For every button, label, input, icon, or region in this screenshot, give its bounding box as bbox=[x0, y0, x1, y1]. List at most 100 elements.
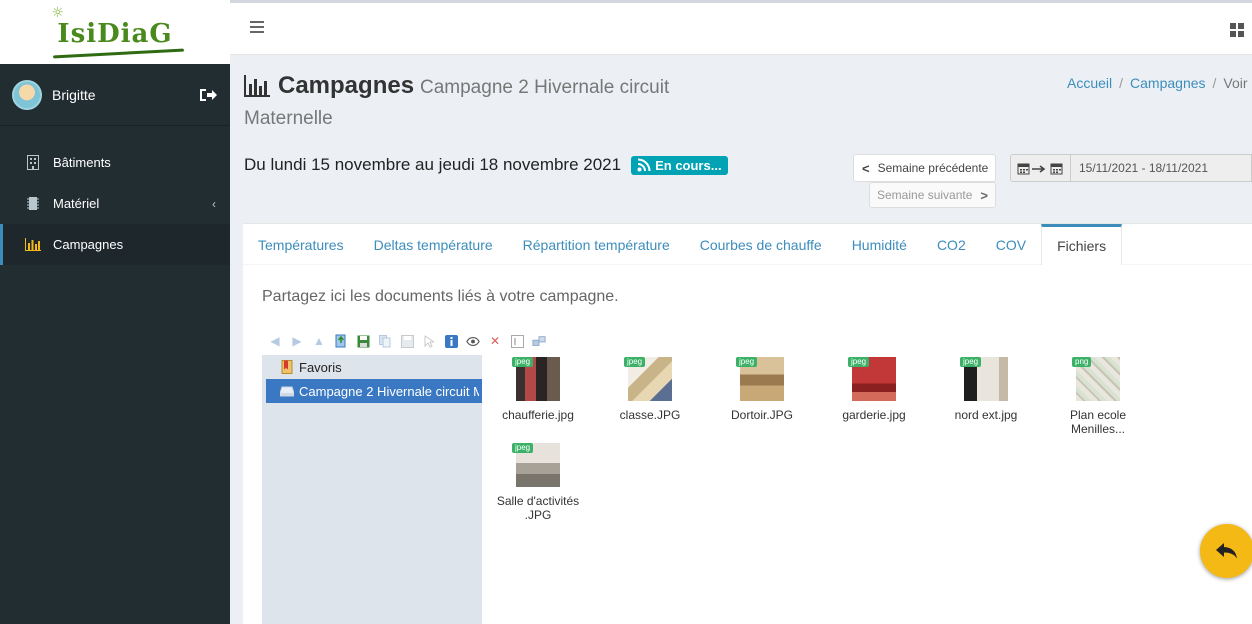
files-intro: Partagez ici les documents liés à votre … bbox=[262, 288, 619, 305]
eye-icon[interactable] bbox=[466, 334, 480, 348]
file-item[interactable]: jpeg Salle d'activités .JPG bbox=[486, 443, 590, 522]
up-arrow-icon[interactable]: ▲ bbox=[312, 334, 326, 348]
breadcrumb-campagnes[interactable]: Campagnes bbox=[1130, 75, 1206, 91]
sidebar: ☼ IsiDiaG Brigitte Bâtiments Matériel ‹ bbox=[0, 0, 230, 624]
tab-repartition-temperature[interactable]: Répartition température bbox=[508, 224, 685, 265]
file-item[interactable]: png Plan ecole Menilles... bbox=[1046, 357, 1150, 436]
file-item[interactable]: jpeg Dortoir.JPG bbox=[710, 357, 814, 422]
bookmark-icon bbox=[280, 360, 294, 374]
file-type-badge: jpeg bbox=[736, 357, 758, 367]
tab-fichiers[interactable]: Fichiers bbox=[1041, 224, 1123, 265]
cursor-icon[interactable] bbox=[422, 334, 436, 348]
file-type-badge: png bbox=[1072, 357, 1092, 367]
date-range-input[interactable]: 15/11/2021 - 18/11/2021 bbox=[1071, 155, 1251, 181]
bar-chart-icon bbox=[25, 237, 41, 253]
file-item[interactable]: jpeg chaufferie.jpg bbox=[486, 357, 590, 422]
file-name: Menilles... bbox=[1070, 422, 1126, 436]
file-name: chaufferie.jpg bbox=[502, 408, 574, 422]
rss-icon bbox=[637, 158, 651, 172]
sidebar-item-materiel[interactable]: Matériel ‹ bbox=[0, 183, 230, 224]
back-fab-button[interactable] bbox=[1200, 524, 1252, 578]
sidebar-item-campagnes[interactable]: Campagnes bbox=[0, 224, 230, 265]
tree-item-favoris[interactable]: Favoris bbox=[262, 355, 482, 379]
next-week-button[interactable]: Semaine suivante > bbox=[869, 182, 996, 208]
period-text: Du lundi 15 novembre au jeudi 18 novembr… bbox=[244, 155, 622, 174]
file-type-badge: jpeg bbox=[624, 357, 646, 367]
paste-icon[interactable] bbox=[400, 334, 414, 348]
rename-icon[interactable] bbox=[510, 334, 524, 348]
page-title: Campagnes bbox=[244, 72, 414, 100]
previous-week-label: Semaine précédente bbox=[877, 161, 989, 175]
save-icon[interactable] bbox=[356, 334, 370, 348]
reply-arrow-icon bbox=[1216, 543, 1237, 559]
file-thumbnail: jpeg bbox=[512, 443, 560, 487]
sidebar-menu: Bâtiments Matériel ‹ Campagnes bbox=[0, 126, 230, 265]
sidebar-item-label: Matériel bbox=[53, 196, 100, 211]
forward-arrow-icon[interactable]: ▶ bbox=[290, 334, 304, 348]
logo-swoosh bbox=[53, 48, 185, 59]
campaign-name-cont: Maternelle bbox=[244, 108, 333, 129]
breadcrumb-home[interactable]: Accueil bbox=[1067, 75, 1112, 91]
page-title-text: Campagnes bbox=[278, 72, 415, 99]
tree-item-label: Campagne 2 Hivernale circuit Maternelle bbox=[299, 383, 479, 399]
network-icon[interactable] bbox=[532, 334, 546, 348]
file-item[interactable]: jpeg classe.JPG bbox=[598, 357, 702, 422]
file-type-badge: jpeg bbox=[512, 357, 534, 367]
status-text: En cours... bbox=[655, 157, 722, 173]
campaign-period: Du lundi 15 novembre au jeudi 18 novembr… bbox=[244, 155, 728, 175]
grid-menu-icon[interactable] bbox=[1230, 23, 1244, 37]
date-range-picker[interactable]: 15/11/2021 - 18/11/2021 bbox=[1010, 154, 1252, 182]
file-thumbnail: jpeg bbox=[624, 357, 672, 401]
file-name: classe.JPG bbox=[619, 408, 681, 422]
folder-tree: Favoris Campagne 2 Hivernale circuit Mat… bbox=[262, 355, 482, 624]
logo-area[interactable]: ☼ IsiDiaG bbox=[0, 0, 230, 64]
back-arrow-icon[interactable]: ◀ bbox=[268, 334, 282, 348]
sidebar-item-batiments[interactable]: Bâtiments bbox=[0, 142, 230, 183]
file-type-badge: jpeg bbox=[512, 443, 534, 453]
delete-icon[interactable]: ✕ bbox=[488, 334, 502, 348]
file-name: Salle d'activités bbox=[496, 494, 580, 508]
campaign-name: Campagne 2 Hivernale circuit bbox=[420, 77, 670, 98]
hamburger-icon[interactable] bbox=[250, 21, 264, 33]
file-name: nord ext.jpg bbox=[954, 408, 1018, 422]
bar-chart-icon bbox=[244, 75, 270, 97]
top-navbar bbox=[230, 3, 1252, 55]
tab-humidite[interactable]: Humidité bbox=[837, 224, 922, 265]
status-badge: En cours... bbox=[631, 155, 728, 175]
tab-cov[interactable]: COV bbox=[981, 224, 1041, 265]
file-item[interactable]: jpeg garderie.jpg bbox=[822, 357, 926, 422]
next-week-label: Semaine suivante bbox=[877, 188, 973, 202]
file-name: garderie.jpg bbox=[842, 408, 906, 422]
info-icon[interactable] bbox=[444, 334, 458, 348]
logout-icon[interactable] bbox=[198, 85, 218, 105]
chevron-left-icon: ‹ bbox=[212, 196, 216, 211]
tree-item-campaign-folder[interactable]: Campagne 2 Hivernale circuit Maternelle bbox=[266, 379, 482, 403]
file-manager-toolbar: ◀ ▶ ▲ ✕ bbox=[268, 332, 546, 350]
breadcrumb-current: Voir bbox=[1223, 75, 1248, 91]
drive-icon bbox=[280, 384, 294, 398]
file-name: .JPG bbox=[524, 508, 552, 522]
calendar-range-icon bbox=[1011, 155, 1071, 181]
logo-text: IsiDiaG bbox=[57, 19, 173, 49]
chip-icon bbox=[25, 196, 41, 212]
tab-deltas-temperature[interactable]: Deltas température bbox=[359, 224, 508, 265]
file-name: Plan ecole bbox=[1069, 408, 1127, 422]
building-icon bbox=[25, 155, 41, 171]
user-name: Brigitte bbox=[52, 86, 96, 103]
avatar bbox=[12, 79, 42, 110]
chevron-left-icon: < bbox=[862, 160, 870, 176]
tab-temperatures[interactable]: Températures bbox=[243, 224, 359, 265]
file-thumbnail: jpeg bbox=[848, 357, 896, 401]
upload-icon[interactable] bbox=[334, 334, 348, 348]
file-item[interactable]: jpeg nord ext.jpg bbox=[934, 357, 1038, 422]
file-type-badge: jpeg bbox=[848, 357, 870, 367]
tab-bar: Températures Deltas température Répartit… bbox=[243, 224, 1252, 265]
tab-co2[interactable]: CO2 bbox=[922, 224, 981, 265]
file-type-badge: jpeg bbox=[960, 357, 982, 367]
previous-week-button[interactable]: < Semaine précédente bbox=[853, 154, 996, 182]
tree-item-label: Favoris bbox=[299, 359, 342, 375]
app-logo: ☼ IsiDiaG bbox=[51, 5, 185, 59]
copy-icon[interactable] bbox=[378, 334, 392, 348]
tab-courbes-de-chauffe[interactable]: Courbes de chauffe bbox=[685, 224, 837, 265]
file-thumbnail: jpeg bbox=[512, 357, 560, 401]
